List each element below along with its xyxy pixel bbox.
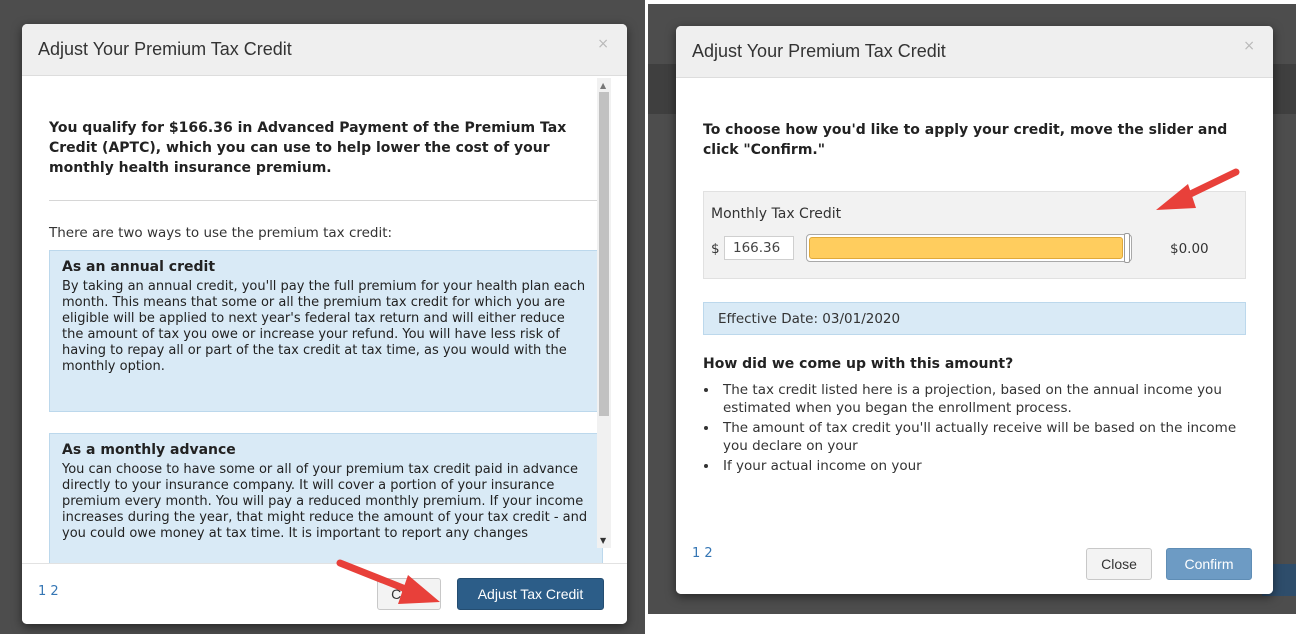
list-item: The tax credit listed here is a projecti… <box>719 381 1239 417</box>
credit-amount-input[interactable] <box>724 236 794 260</box>
scrollbar[interactable]: ▲ ▼ <box>597 78 611 548</box>
modal-title: Adjust Your Premium Tax Credit <box>692 41 946 61</box>
annual-credit-box: As an annual credit By taking an annual … <box>49 250 603 412</box>
scroll-thumb[interactable] <box>599 92 609 416</box>
modal-body[interactable]: You qualify for $166.36 in Advanced Paym… <box>22 76 627 564</box>
slider-panel: Monthly Tax Credit $ $0.00 <box>703 191 1246 279</box>
monthly-advance-heading: As a monthly advance <box>62 442 236 458</box>
credit-slider-fill <box>809 237 1123 259</box>
how-heading: How did we come up with this amount? <box>703 356 1014 372</box>
list-item: If your actual income on your <box>719 457 1239 475</box>
annual-credit-heading: As an annual credit <box>62 259 216 275</box>
close-button[interactable]: Close <box>1086 548 1152 580</box>
explanation-list: The tax credit listed here is a projecti… <box>703 381 1239 477</box>
slider-label: Monthly Tax Credit <box>711 206 842 222</box>
close-icon[interactable]: × <box>1243 38 1255 54</box>
effective-date-box: Effective Date: 03/01/2020 <box>703 302 1246 335</box>
currency-symbol: $ <box>711 241 720 257</box>
pager[interactable]: 1 2 <box>692 546 713 561</box>
right-screenshot-panel: Adjust Your Premium Tax Credit × To choo… <box>648 4 1296 614</box>
qualify-text: You qualify for $166.36 in Advanced Paym… <box>49 120 567 176</box>
adjust-tax-credit-button[interactable]: Adjust Tax Credit <box>457 578 604 610</box>
close-button[interactable]: Close <box>377 578 441 610</box>
slider-max-label: $0.00 <box>1170 241 1209 257</box>
left-screenshot-panel: Adjust Your Premium Tax Credit × You qua… <box>0 0 645 634</box>
credit-slider-handle[interactable] <box>1124 233 1130 263</box>
annual-credit-text: By taking an annual credit, you'll pay t… <box>62 279 586 374</box>
scroll-up-icon[interactable]: ▲ <box>600 81 606 90</box>
monthly-advance-box: As a monthly advance You can choose to h… <box>49 433 603 564</box>
list-item: The amount of tax credit you'll actually… <box>719 419 1239 455</box>
credit-slider-track[interactable] <box>806 233 1132 263</box>
intro-text: There are two ways to use the premium ta… <box>49 225 393 241</box>
confirm-button[interactable]: Confirm <box>1166 548 1252 580</box>
modal-header: Adjust Your Premium Tax Credit × <box>676 26 1273 78</box>
close-icon[interactable]: × <box>597 36 609 52</box>
pager[interactable]: 1 2 <box>38 584 59 599</box>
effective-date: Effective Date: 03/01/2020 <box>718 311 901 327</box>
divider <box>49 200 603 201</box>
scroll-down-icon[interactable]: ▼ <box>600 536 606 545</box>
instructions-text: To choose how you'd like to apply your c… <box>703 122 1228 158</box>
modal-header: Adjust Your Premium Tax Credit × <box>22 24 627 76</box>
monthly-advance-text: You can choose to have some or all of yo… <box>62 462 588 541</box>
adjust-credit-modal-slider: Adjust Your Premium Tax Credit × To choo… <box>676 26 1273 594</box>
modal-footer: 1 2 Close Adjust Tax Credit <box>22 563 627 624</box>
adjust-credit-modal-info: Adjust Your Premium Tax Credit × You qua… <box>22 24 627 624</box>
modal-footer: 1 2 Close Confirm <box>676 534 1273 594</box>
modal-title: Adjust Your Premium Tax Credit <box>38 39 292 59</box>
